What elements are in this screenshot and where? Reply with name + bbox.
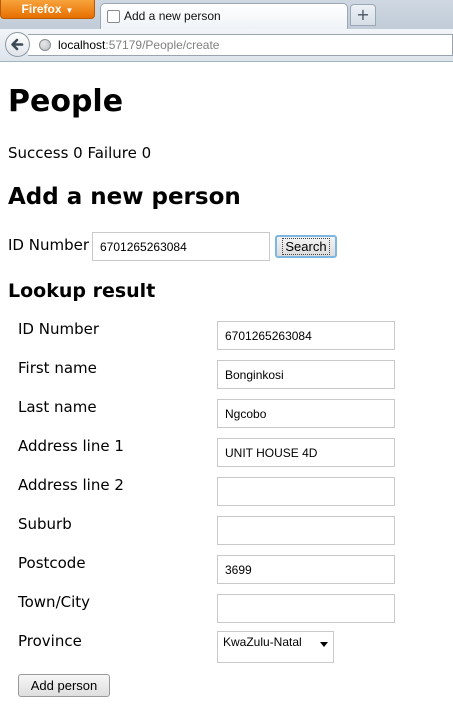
postcode-field[interactable]: [217, 555, 395, 584]
url-text: localhost:57179/People/create: [58, 38, 219, 52]
field-label-suburb: Suburb: [18, 515, 72, 533]
globe-icon: [39, 39, 51, 51]
address-line-1-field[interactable]: [217, 438, 395, 467]
town-city-field[interactable]: [217, 594, 395, 623]
field-label-id-number: ID Number: [18, 320, 99, 338]
tab-strip: Firefox ▼ Add a new person +: [0, 0, 453, 30]
url-bar[interactable]: localhost:57179/People/create: [28, 34, 453, 56]
add-person-button[interactable]: Add person: [18, 674, 110, 697]
province-selected-value: KwaZulu-Natal: [223, 635, 302, 649]
first-name-field[interactable]: [217, 360, 395, 389]
status-counts: Success 0 Failure 0: [8, 144, 152, 162]
id-number-label: ID Number: [8, 236, 89, 254]
browser-chrome: Firefox ▼ Add a new person + localhost:57…: [0, 0, 453, 62]
url-path: :57179/People/create: [105, 38, 220, 52]
field-label-province: Province: [18, 632, 82, 650]
address-line-2-field[interactable]: [217, 477, 395, 506]
last-name-field[interactable]: [217, 399, 395, 428]
lookup-result-heading: Lookup result: [8, 280, 156, 302]
add-person-heading: Add a new person: [8, 184, 241, 210]
field-label-last-name: Last name: [18, 398, 97, 416]
back-button[interactable]: [5, 32, 30, 57]
suburb-field[interactable]: [217, 516, 395, 545]
url-host: localhost: [58, 38, 106, 52]
field-label-postcode: Postcode: [18, 554, 86, 572]
province-select[interactable]: KwaZulu-Natal: [217, 631, 334, 663]
field-label-town-city: Town/City: [18, 593, 91, 611]
page-content: People Success 0 Failure 0 Add a new per…: [0, 62, 453, 718]
field-label-address-line-2: Address line 2: [18, 476, 124, 494]
field-label-address-line-1: Address line 1: [18, 437, 124, 455]
navigation-bar: localhost:57179/People/create: [0, 29, 453, 62]
page-favicon-icon: [107, 10, 120, 23]
search-button[interactable]: Search: [275, 235, 337, 258]
field-label-first-name: First name: [18, 359, 97, 377]
new-tab-button[interactable]: +: [350, 4, 376, 26]
id-number-field[interactable]: [217, 321, 395, 350]
tab-add-new-person[interactable]: Add a new person: [100, 3, 348, 30]
id-number-search-input[interactable]: [92, 232, 270, 261]
firefox-menu-button[interactable]: Firefox ▼: [0, 0, 95, 19]
page-title: People: [8, 84, 124, 119]
back-arrow-icon: [11, 38, 24, 51]
dropdown-arrow-icon: [320, 642, 328, 647]
tab-title: Add a new person: [124, 9, 221, 23]
dropdown-caret-icon: ▼: [65, 6, 74, 15]
search-button-label: Search: [282, 238, 330, 255]
firefox-menu-label: Firefox: [21, 2, 62, 16]
